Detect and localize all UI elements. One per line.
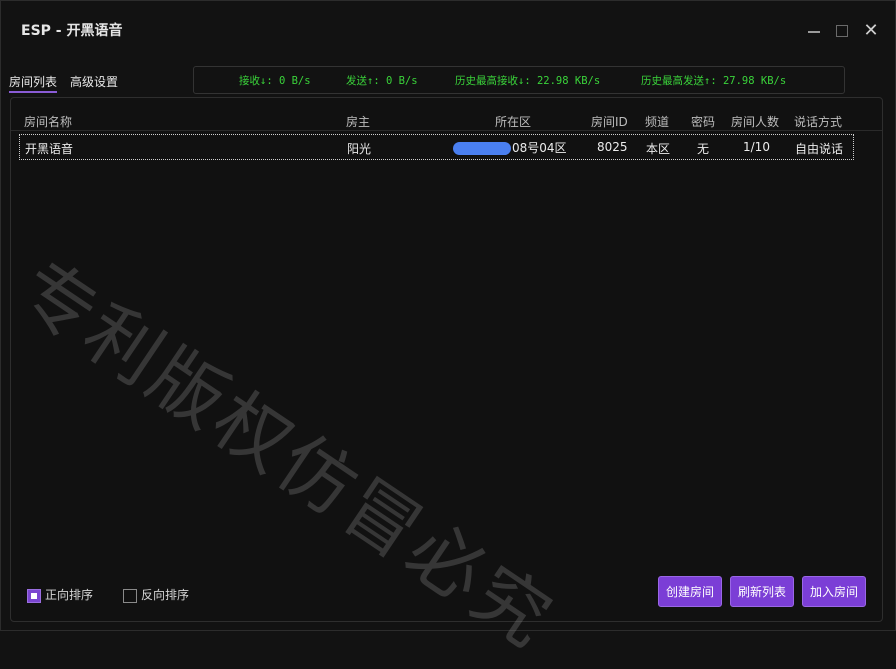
maximize-button[interactable] (830, 19, 854, 43)
refresh-list-button[interactable]: 刷新列表 (730, 576, 794, 607)
checkbox-checked-icon (27, 588, 41, 603)
close-icon: ✕ (863, 20, 879, 41)
sort-asc-label: 正向排序 (45, 588, 94, 602)
sort-desc-checkbox[interactable]: 反向排序 (123, 586, 189, 603)
cell-zone-text: 08号04区 (512, 141, 567, 155)
table-header: 房间名称 房主 所在区 房间ID 频道 密码 房间人数 说话方式 (11, 108, 882, 131)
cell-room-name: 开黑语音 (25, 142, 74, 156)
cell-room-id: 8025 (597, 140, 628, 154)
redaction-mark (453, 142, 511, 155)
sort-desc-label: 反向排序 (141, 588, 190, 602)
cell-channel: 本区 (646, 142, 671, 156)
col-owner[interactable]: 房主 (346, 113, 370, 130)
tab-room-list[interactable]: 房间列表 (9, 73, 58, 93)
max-send-rate: 历史最高发送↑: 27.98 KB/s (641, 75, 787, 87)
minimize-button[interactable] (802, 19, 826, 43)
maximize-icon (836, 25, 848, 37)
close-button[interactable]: ✕ (859, 19, 883, 43)
cell-member-count: 1/10 (743, 140, 770, 154)
send-rate: 发送↑: 0 B/s (346, 75, 418, 87)
col-room-name[interactable]: 房间名称 (24, 113, 72, 130)
table-row[interactable]: 开黑语音 阳光 08号04区 8025 本区 无 1/10 自由说话 (19, 134, 854, 160)
cell-speak-mode: 自由说话 (795, 142, 844, 156)
window-title: ESP - 开黑语音 (21, 23, 123, 39)
col-speak-mode[interactable]: 说话方式 (794, 113, 842, 130)
cell-password: 无 (697, 142, 710, 156)
create-room-button[interactable]: 创建房间 (658, 576, 722, 607)
max-recv-rate: 历史最高接收↓: 22.98 KB/s (455, 75, 601, 87)
cell-zone: 08号04区 (453, 139, 567, 156)
col-zone[interactable]: 所在区 (495, 113, 531, 130)
join-room-button[interactable]: 加入房间 (802, 576, 866, 607)
col-channel[interactable]: 频道 (645, 113, 669, 130)
recv-rate: 接收↓: 0 B/s (239, 75, 311, 87)
col-member-count[interactable]: 房间人数 (731, 113, 779, 130)
traffic-stats-bar: 接收↓: 0 B/s 发送↑: 0 B/s 历史最高接收↓: 22.98 KB/… (193, 66, 845, 94)
cell-owner: 阳光 (347, 142, 372, 156)
room-list-panel: 房间名称 房主 所在区 房间ID 频道 密码 房间人数 说话方式 开黑语音 阳光… (10, 97, 883, 622)
checkbox-unchecked-icon (123, 588, 137, 603)
title-bar[interactable]: ESP - 开黑语音 ✕ (1, 1, 895, 59)
minimize-icon (808, 31, 820, 33)
col-password[interactable]: 密码 (691, 113, 715, 130)
sort-asc-checkbox[interactable]: 正向排序 (27, 586, 93, 603)
col-room-id[interactable]: 房间ID (591, 113, 628, 130)
app-window: ESP - 开黑语音 ✕ 房间列表 高级设置 接收↓: 0 B/s 发送↑: 0… (0, 0, 896, 665)
tab-advanced-settings[interactable]: 高级设置 (70, 73, 118, 90)
